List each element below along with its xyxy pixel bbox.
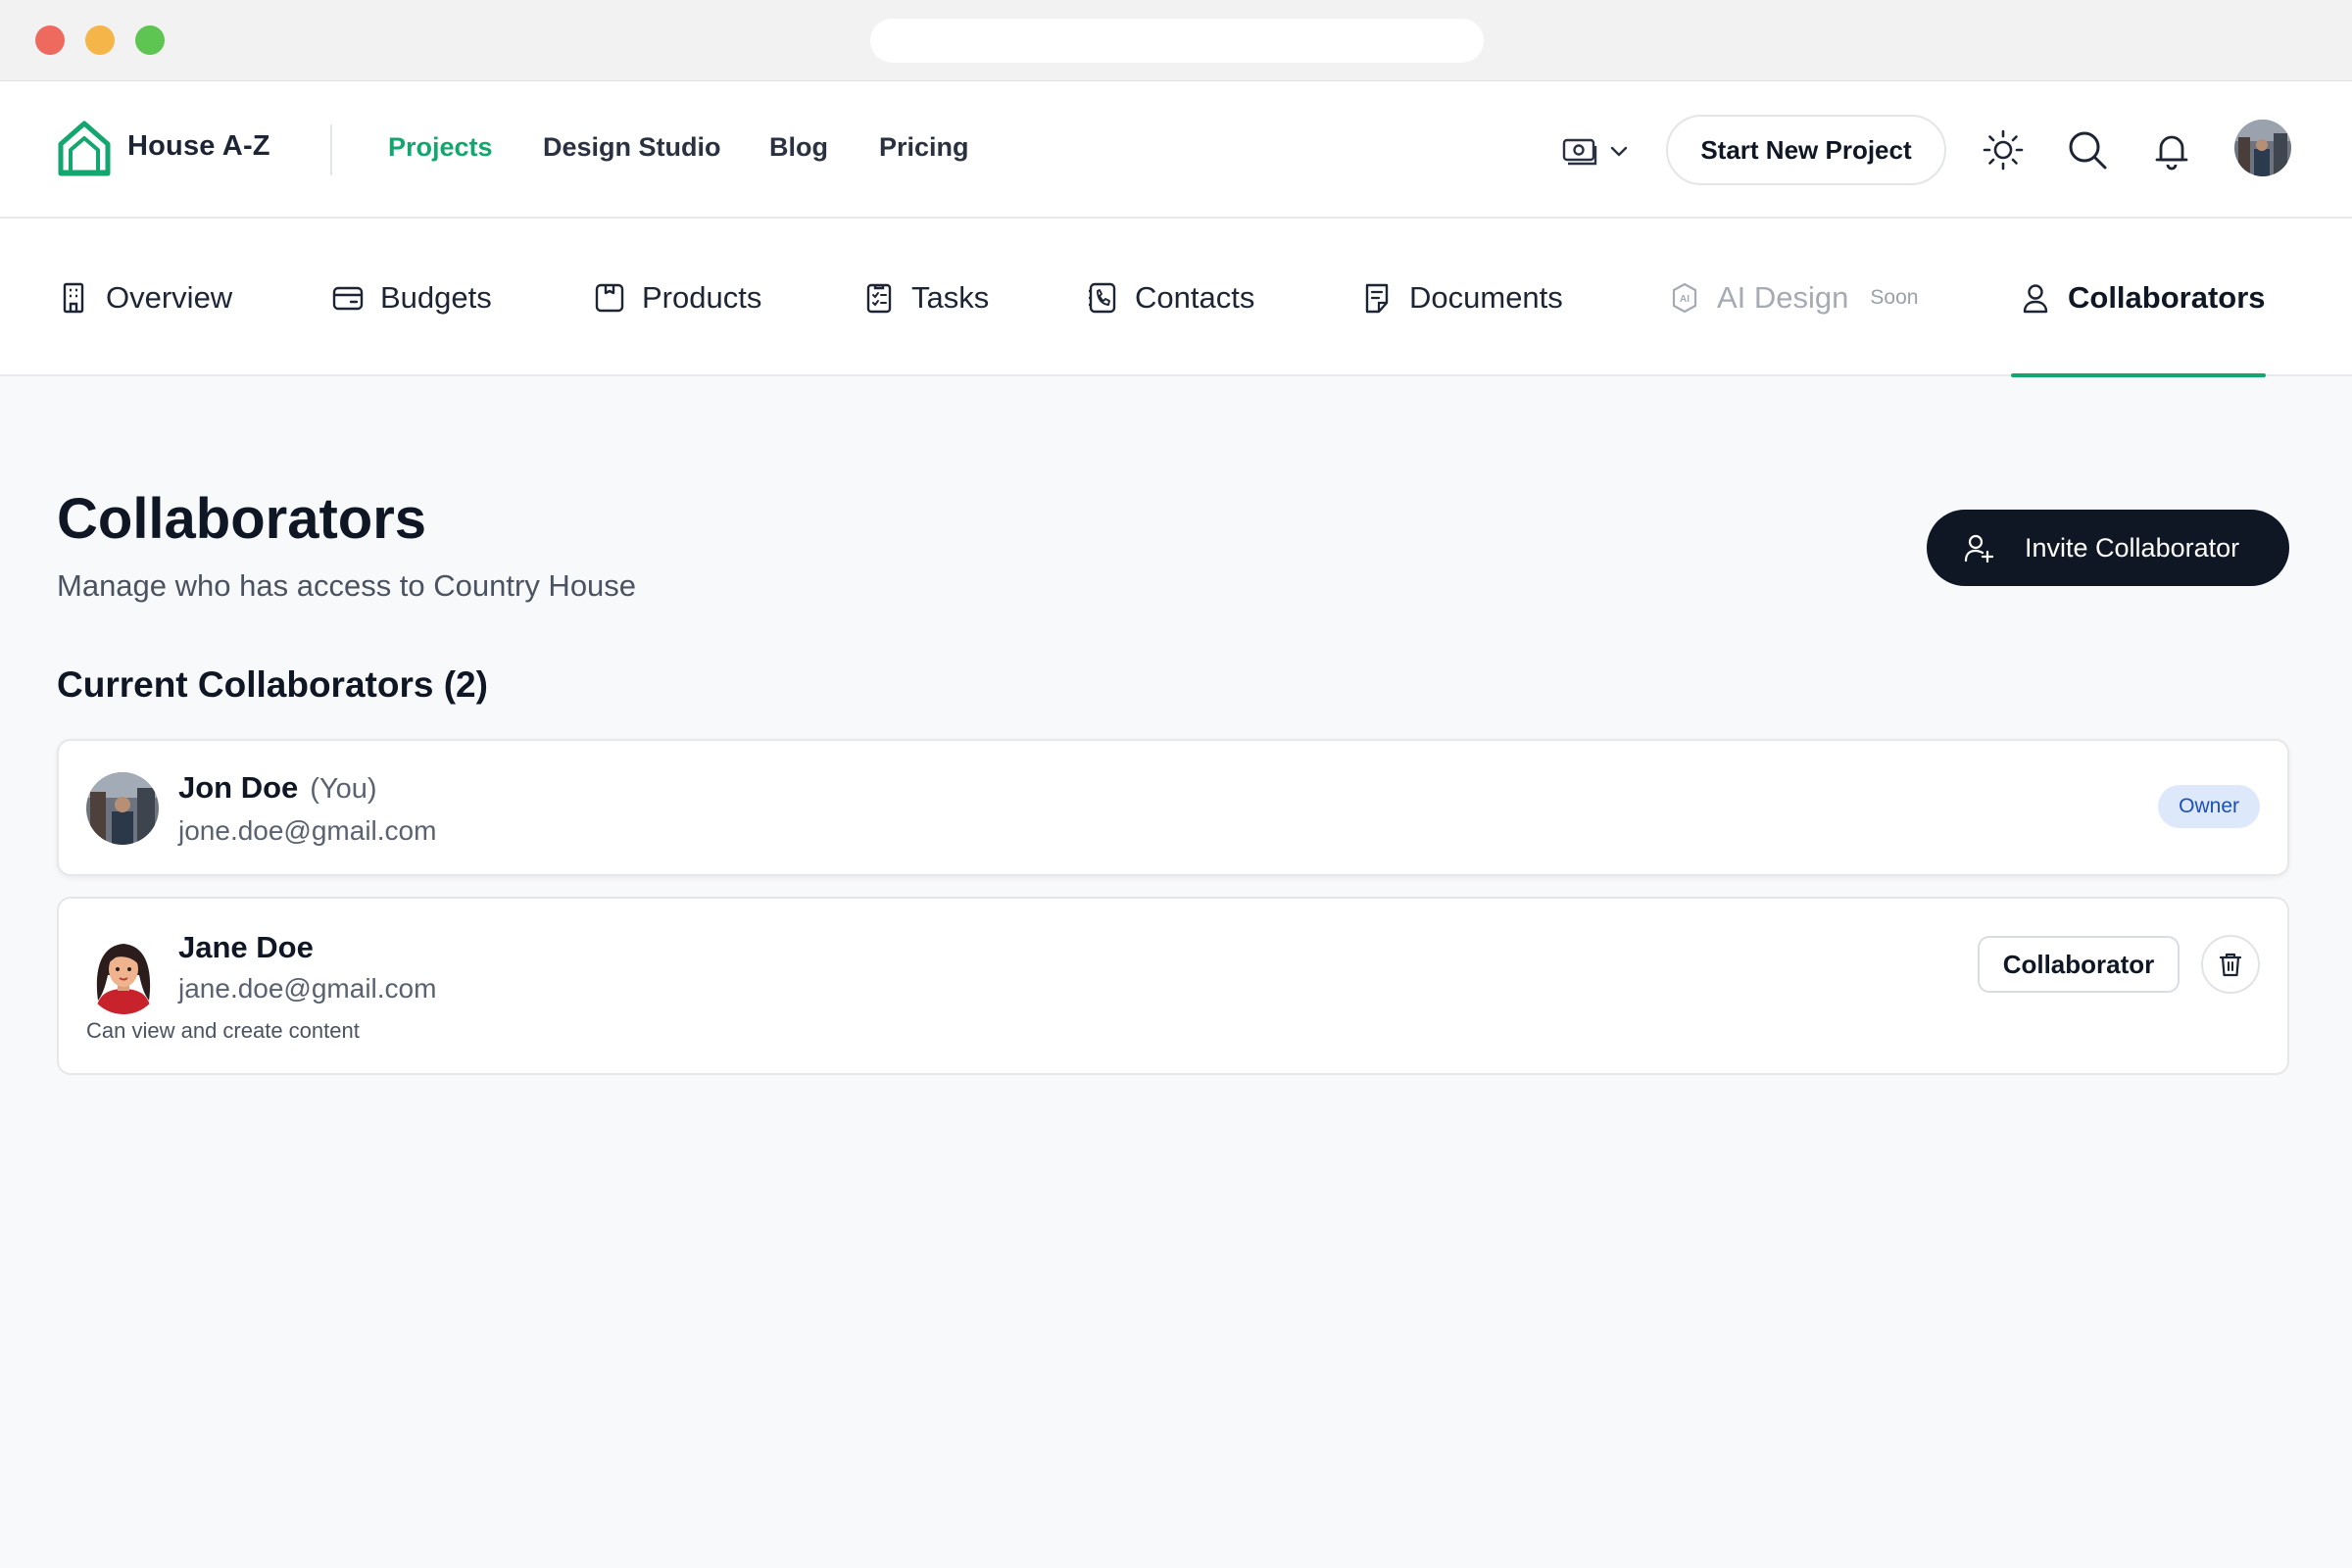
search-icon[interactable] xyxy=(2066,128,2109,172)
tab-documents[interactable]: Documents xyxy=(1360,219,1563,376)
package-icon xyxy=(595,283,624,312)
invite-button-label: Invite Collaborator xyxy=(2025,532,2240,563)
role-select-button[interactable]: Collaborator xyxy=(1978,936,2180,993)
owner-badge: Owner xyxy=(2158,785,2260,828)
tab-tasks[interactable]: Tasks xyxy=(862,219,989,376)
page-title: Collaborators xyxy=(57,487,427,551)
sun-theme-icon[interactable] xyxy=(1982,128,2025,172)
tab-label: Tasks xyxy=(911,279,990,315)
money-icon xyxy=(1562,138,1597,166)
tab-collaborators[interactable]: Collaborators xyxy=(2011,219,2266,377)
project-tabs: Overview Budgets Products Tasks Contacts xyxy=(0,219,2352,377)
document-icon xyxy=(1365,283,1389,313)
tab-products[interactable]: Products xyxy=(593,219,761,376)
nav-link-pricing[interactable]: Pricing xyxy=(879,132,969,163)
collaborator-email: jone.doe@gmail.com xyxy=(178,815,437,846)
nav-link-blog[interactable]: Blog xyxy=(769,132,828,163)
page-subtitle: Manage who has access to Country House xyxy=(57,568,637,603)
avatar-photo-icon xyxy=(2234,120,2291,176)
collaborator-card: Jane Doe jane.doe@gmail.com Can view and… xyxy=(57,897,2289,1075)
tab-label: Budgets xyxy=(380,279,492,315)
remove-collaborator-button[interactable] xyxy=(2201,935,2260,994)
brand-name[interactable]: House A-Z xyxy=(127,130,270,163)
permission-description: Can view and create content xyxy=(86,1018,360,1043)
top-navbar: House A-Z Projects Design Studio Blog Pr… xyxy=(0,81,2352,219)
tab-label: Collaborators xyxy=(2068,279,2266,315)
svg-text:AI: AI xyxy=(1680,294,1690,305)
avatar xyxy=(86,932,161,1014)
tab-contacts[interactable]: Contacts xyxy=(1086,219,1254,376)
collaborator-name: Jon Doe (You) xyxy=(178,770,377,806)
house-logo-icon[interactable] xyxy=(55,119,114,177)
wallet-icon xyxy=(332,286,364,310)
avatar xyxy=(86,772,159,845)
user-icon xyxy=(2023,283,2048,313)
window-minimize-button[interactable] xyxy=(85,25,115,55)
trash-icon xyxy=(2219,953,2242,977)
clipboard-list-icon xyxy=(866,283,892,313)
you-tag: (You) xyxy=(310,773,377,805)
window-close-button[interactable] xyxy=(35,25,65,55)
nav-link-design-studio[interactable]: Design Studio xyxy=(543,132,721,163)
ai-chip-icon: AI xyxy=(1672,282,1697,313)
tab-label: Products xyxy=(642,279,762,315)
tab-budgets[interactable]: Budgets xyxy=(331,219,492,376)
window-maximize-button[interactable] xyxy=(135,25,165,55)
nav-divider xyxy=(330,124,332,175)
tab-label: AI Design xyxy=(1717,279,1849,315)
tab-label: Documents xyxy=(1409,279,1563,315)
address-bar[interactable] xyxy=(870,19,1484,63)
phone-book-icon xyxy=(1089,282,1116,313)
tab-overview[interactable]: Overview xyxy=(57,219,232,376)
collaborator-email: jane.doe@gmail.com xyxy=(178,973,437,1004)
collaborator-name: Jane Doe xyxy=(178,930,314,964)
avatar-illustration-icon xyxy=(86,932,161,1014)
building-icon xyxy=(63,282,84,313)
bell-icon[interactable] xyxy=(2150,128,2193,172)
tab-label: Contacts xyxy=(1135,279,1255,315)
user-plus-icon xyxy=(1964,534,1994,564)
user-avatar[interactable] xyxy=(2234,120,2291,176)
avatar-photo-icon xyxy=(86,772,159,845)
invite-collaborator-button[interactable]: Invite Collaborator xyxy=(1927,510,2289,586)
browser-chrome xyxy=(0,0,2352,81)
start-new-project-button[interactable]: Start New Project xyxy=(1666,115,1946,185)
section-title: Current Collaborators (2) xyxy=(57,664,488,705)
name-text: Jon Doe xyxy=(178,770,299,805)
soon-badge: Soon xyxy=(1870,285,1919,309)
currency-selector[interactable] xyxy=(1560,132,1635,168)
tab-label: Overview xyxy=(106,279,233,315)
nav-link-projects[interactable]: Projects xyxy=(388,132,493,163)
collaborator-card: Jon Doe (You) jone.doe@gmail.com Owner xyxy=(57,739,2289,876)
tab-ai-design: AI AI Design Soon xyxy=(1668,219,1918,376)
chevron-down-icon xyxy=(1610,146,1628,157)
